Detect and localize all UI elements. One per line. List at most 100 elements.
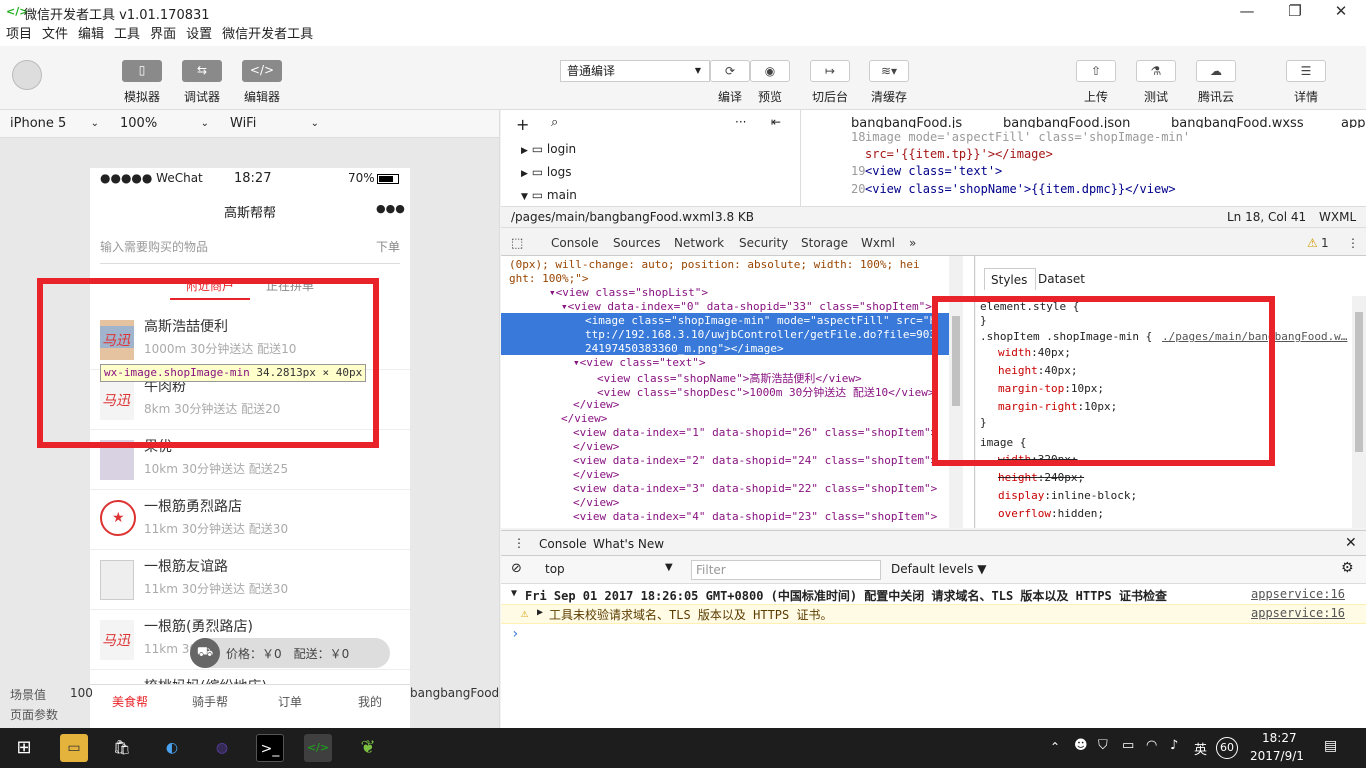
style-prop[interactable]: height: [998, 471, 1038, 484]
volume-icon[interactable]: ♪: [1170, 738, 1178, 753]
layers-icon[interactable]: ≋▾: [869, 60, 909, 82]
dom-line[interactable]: ▾<view data-index="0" data-shopid="33" c…: [561, 300, 932, 313]
tab-console-drawer[interactable]: Console: [539, 537, 587, 551]
code-editor[interactable]: 18 image mode='aspectFill' class='shopIm…: [801, 128, 1366, 206]
battery-icon[interactable]: ▭: [1122, 738, 1134, 753]
dom-line[interactable]: ght: 100%;">: [509, 272, 588, 285]
dom-line[interactable]: </view>: [573, 398, 619, 411]
tab-storage[interactable]: Storage: [801, 236, 848, 250]
dom-line[interactable]: <view class="shopDesc">1000m 30分钟送达 配送10…: [597, 384, 935, 400]
dom-line[interactable]: ▾<view class="text">: [573, 356, 705, 369]
clock-date[interactable]: 2017/9/1: [1250, 749, 1304, 763]
flask-icon[interactable]: ⚗: [1136, 60, 1176, 82]
dom-line-selected[interactable]: 24197450383360_m.png"></image>: [585, 342, 784, 355]
dom-line[interactable]: </view>: [573, 496, 619, 509]
tab-me[interactable]: 我的: [358, 693, 382, 710]
ime-indicator[interactable]: 英: [1194, 739, 1207, 758]
menu-tools[interactable]: 工具: [114, 24, 140, 46]
background-label[interactable]: 切后台: [800, 88, 860, 105]
app-icon[interactable]: ❦: [354, 734, 382, 762]
more-icon[interactable]: ●●●: [376, 202, 405, 215]
menu-wechat-devtools[interactable]: 微信开发者工具: [222, 24, 313, 46]
search-icon[interactable]: ⌕: [551, 115, 558, 130]
styles-scrollbar[interactable]: [1352, 296, 1366, 528]
dom-line[interactable]: (0px); will-change: auto; position: abso…: [509, 258, 920, 271]
menu-edit[interactable]: 编辑: [78, 24, 104, 46]
source-link[interactable]: appservice:16: [1251, 587, 1345, 601]
device-select[interactable]: iPhone 5 ⌄: [10, 113, 105, 135]
dom-line[interactable]: </view>: [573, 440, 619, 453]
drawer-menu-icon[interactable]: ⋮: [513, 536, 525, 550]
tab-whats-new[interactable]: What's New: [593, 537, 664, 551]
menu-file[interactable]: 文件: [42, 24, 68, 46]
refresh-icon[interactable]: ⟳: [710, 60, 750, 82]
levels-select[interactable]: Default levels ▼: [891, 562, 987, 576]
cart-icon[interactable]: ⛟: [190, 638, 220, 668]
windows-start-icon[interactable]: ⊞: [10, 734, 38, 762]
expand-arrow-icon[interactable]: ▶: [537, 607, 543, 618]
dom-line[interactable]: <view data-index="2" data-shopid="24" cl…: [573, 454, 937, 467]
menu-view[interactable]: 界面: [150, 24, 176, 46]
tab-orders[interactable]: 订单: [278, 693, 302, 710]
switch-background-icon[interactable]: ↦: [810, 60, 850, 82]
dom-line[interactable]: </view>: [573, 468, 619, 481]
editor-icon[interactable]: </>: [242, 60, 282, 82]
debugger-label[interactable]: 调试器: [172, 88, 232, 105]
dom-line[interactable]: </view>: [561, 412, 607, 425]
notification-badge[interactable]: 60: [1216, 737, 1238, 759]
dom-line[interactable]: <view data-index="3" data-shopid="22" cl…: [573, 482, 937, 495]
details-label[interactable]: 详情: [1276, 88, 1336, 105]
terminal-icon[interactable]: >_: [256, 734, 284, 762]
tree-item-login[interactable]: ▶ ▭ login: [521, 142, 576, 156]
eye-icon[interactable]: ◉: [750, 60, 790, 82]
more-icon[interactable]: ···: [735, 115, 746, 129]
editor-label[interactable]: 编辑器: [232, 88, 292, 105]
scene-value[interactable]: 100: [70, 686, 93, 700]
upload-label[interactable]: 上传: [1066, 88, 1126, 105]
kebab-menu-icon[interactable]: ⋮: [1347, 236, 1359, 250]
clear-cache-label[interactable]: 清缓存: [859, 88, 919, 105]
dom-line-selected[interactable]: <image class="shopImage-min" mode="aspec…: [585, 314, 936, 327]
menu-settings[interactable]: 设置: [186, 24, 212, 46]
file-explorer-icon[interactable]: ▭: [60, 734, 88, 762]
style-val[interactable]: inline-block;: [1051, 489, 1137, 502]
wifi-icon[interactable]: ◠: [1146, 738, 1157, 753]
menu-project[interactable]: 项目: [6, 24, 32, 46]
list-item[interactable]: ★ 一根筋勇烈路店 11km 30分钟送达 配送30: [90, 490, 410, 550]
qq-icon[interactable]: ☻: [1074, 738, 1088, 753]
debugger-icon[interactable]: ⇆: [182, 60, 222, 82]
inspect-icon[interactable]: ⬚: [511, 236, 523, 251]
dom-line-selected[interactable]: ttp://192.168.3.10/uwjbController/getFil…: [585, 328, 936, 341]
dom-line[interactable]: ▾<view class="shopList">: [549, 286, 708, 299]
gear-icon[interactable]: ⚙: [1341, 560, 1354, 576]
filter-input[interactable]: Filter: [691, 560, 881, 580]
simulator-icon[interactable]: ▯: [122, 60, 162, 82]
chevron-up-icon[interactable]: ⌃: [1050, 740, 1060, 754]
compile-mode-select[interactable]: 普通编译 ▼: [560, 60, 710, 82]
source-link[interactable]: appservice:16: [1251, 606, 1345, 620]
dom-line[interactable]: <view data-index="4" data-shopid="23" cl…: [573, 510, 937, 523]
close-button[interactable]: ✕: [1318, 0, 1364, 24]
warning-icon[interactable]: ⚠: [1307, 236, 1318, 250]
dom-line[interactable]: <view data-index="1" data-shopid="26" cl…: [573, 426, 937, 439]
wechat-devtools-icon[interactable]: </>: [304, 734, 332, 762]
more-tabs-icon[interactable]: »: [909, 236, 916, 250]
console-prompt[interactable]: ›: [511, 626, 519, 642]
tab-wxml[interactable]: Wxml: [861, 236, 895, 250]
tencent-cloud-label[interactable]: 腾讯云: [1186, 88, 1246, 105]
tab-rider[interactable]: 骑手帮: [192, 693, 228, 710]
cloud-icon[interactable]: ☁: [1196, 60, 1236, 82]
tree-item-logs[interactable]: ▶ ▭ logs: [521, 165, 571, 179]
add-icon[interactable]: +: [516, 115, 529, 134]
tab-food[interactable]: 美食帮: [112, 693, 148, 710]
style-prop[interactable]: display: [998, 489, 1044, 502]
menu-icon[interactable]: ☰: [1286, 60, 1326, 82]
test-label[interactable]: 测试: [1126, 88, 1186, 105]
zoom-select[interactable]: 100% ⌄: [120, 113, 215, 135]
store-icon[interactable]: 🛍: [108, 734, 136, 762]
tab-console[interactable]: Console: [551, 236, 599, 250]
upload-icon[interactable]: ⇧: [1076, 60, 1116, 82]
expand-arrow-icon[interactable]: ▼: [511, 588, 517, 599]
cart-bar[interactable]: ⛟ 价格：￥0 配送：￥0: [190, 638, 390, 668]
close-icon[interactable]: ✕: [1345, 535, 1357, 551]
